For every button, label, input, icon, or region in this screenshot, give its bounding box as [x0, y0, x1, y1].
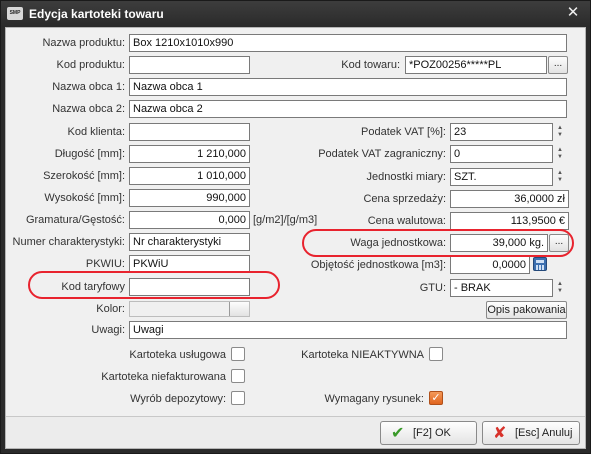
unit-weight-browse-button[interactable]: ... [549, 234, 569, 252]
spec-number-input[interactable]: Nr charakterystyki [129, 233, 250, 251]
color-picker-button[interactable] [229, 302, 249, 316]
notes-label: Uwagi: [91, 324, 125, 336]
item-code-input[interactable]: *POZ00256*****PL [405, 56, 547, 74]
service-card-checkbox[interactable] [231, 347, 245, 361]
length-input[interactable]: 1 210,000 [129, 145, 250, 163]
ok-button[interactable]: ✔ [F2] OK [380, 421, 477, 445]
client-code-input[interactable] [129, 123, 250, 141]
vat-select[interactable]: 23 [450, 123, 553, 141]
edit-product-dialog: SMP Edycja kartoteki towaru ✕ Nazwa prod… [0, 0, 591, 454]
spec-number-label: Numer charakterystyki: [12, 236, 125, 248]
gtu-label: GTU: [419, 282, 446, 294]
window-title: Edycja kartoteki towaru [29, 7, 164, 21]
unit-volume-input[interactable]: 0,0000 [450, 256, 530, 274]
deposit-product-label: Wyrób depozytowy: [130, 393, 226, 405]
title-bar[interactable]: SMP Edycja kartoteki towaru ✕ [1, 1, 590, 27]
sale-price-input[interactable]: 36,0000 zł [450, 190, 569, 208]
currency-price-input[interactable]: 113,9500 € [450, 212, 569, 230]
inactive-card-label: Kartoteka NIEAKTYWNA [301, 349, 424, 361]
units-select[interactable]: SZT. [450, 168, 553, 186]
close-icon[interactable]: ✕ [565, 4, 581, 22]
units-spinner[interactable]: ▲ ▼ [553, 168, 567, 186]
packaging-description-button[interactable]: Opis pakowania [486, 301, 567, 319]
inactive-card-checkbox[interactable] [429, 347, 443, 361]
product-code-input[interactable] [129, 56, 250, 74]
pkwiu-input[interactable]: PKWiU [129, 255, 250, 273]
height-label: Wysokość [mm]: [44, 192, 125, 204]
calculator-icon[interactable] [533, 257, 547, 271]
foreign-name-1-label: Nazwa obca 1: [52, 81, 125, 93]
foreign-name-2-input[interactable]: Nazwa obca 2 [129, 100, 567, 118]
color-picker[interactable] [129, 301, 250, 317]
tariff-code-input[interactable] [129, 278, 250, 296]
ok-button-label: [F2] OK [413, 427, 451, 439]
drawing-required-checkbox[interactable]: ✓ [429, 391, 443, 405]
color-label: Kolor: [96, 303, 125, 315]
width-input[interactable]: 1 010,000 [129, 167, 250, 185]
product-name-input[interactable]: Box 1210x1010x990 [129, 34, 567, 52]
notes-input[interactable]: Uwagi [129, 321, 567, 339]
length-label: Długość [mm]: [54, 148, 125, 160]
sale-price-label: Cena sprzedaży: [363, 193, 446, 205]
dialog-body: Nazwa produktu: Box 1210x1010x990 Kod pr… [5, 27, 586, 449]
foreign-vat-spinner[interactable]: ▲ ▼ [553, 145, 567, 163]
non-invoiced-card-checkbox[interactable] [231, 369, 245, 383]
vat-label: Podatek VAT [%]: [361, 126, 446, 138]
product-code-label: Kod produktu: [56, 59, 126, 71]
foreign-vat-select[interactable]: 0 [450, 145, 553, 163]
pkwiu-label: PKWIU: [85, 258, 125, 270]
unit-volume-label: Objętość jednostkowa [m3]: [310, 259, 446, 271]
gtu-spinner[interactable]: ▲ ▼ [553, 279, 567, 297]
tariff-code-label: Kod taryfowy [61, 281, 125, 293]
foreign-name-2-label: Nazwa obca 2: [52, 103, 125, 115]
grammage-input[interactable]: 0,000 [129, 211, 250, 229]
currency-price-label: Cena walutowa: [367, 215, 446, 227]
cancel-button[interactable]: ✘ [Esc] Anuluj [482, 421, 580, 445]
item-code-browse-button[interactable]: ... [548, 56, 568, 74]
service-card-label: Kartoteka usługowa [129, 349, 226, 361]
deposit-product-checkbox[interactable] [231, 391, 245, 405]
cancel-button-label: [Esc] Anuluj [515, 427, 573, 439]
unit-weight-label: Waga jednostkowa: [350, 237, 446, 249]
app-icon: SMP [7, 7, 23, 20]
height-input[interactable]: 990,000 [129, 189, 250, 207]
grammage-label: Gramatura/Gęstość: [25, 214, 125, 226]
units-label: Jednostki miary: [366, 171, 446, 183]
foreign-vat-label: Podatek VAT zagraniczny: [318, 148, 446, 160]
foreign-name-1-input[interactable]: Nazwa obca 1 [129, 78, 567, 96]
checkmark-icon: ✔ [391, 425, 405, 442]
drawing-required-label: Wymagany rysunek: [324, 393, 424, 405]
width-label: Szerokość [mm]: [43, 170, 125, 182]
non-invoiced-card-label: Kartoteka niefakturowana [101, 371, 226, 383]
item-code-label: Kod towaru: [341, 59, 400, 71]
cross-icon: ✘ [493, 425, 507, 442]
gtu-select[interactable]: - BRAK [450, 279, 553, 297]
unit-weight-input[interactable]: 39,000 kg. [450, 234, 548, 252]
vat-spinner[interactable]: ▲ ▼ [553, 123, 567, 141]
dialog-button-bar: ✔ [F2] OK ✘ [Esc] Anuluj [6, 416, 585, 448]
client-code-label: Kod klienta: [67, 126, 125, 138]
product-name-label: Nazwa produktu: [42, 37, 125, 49]
